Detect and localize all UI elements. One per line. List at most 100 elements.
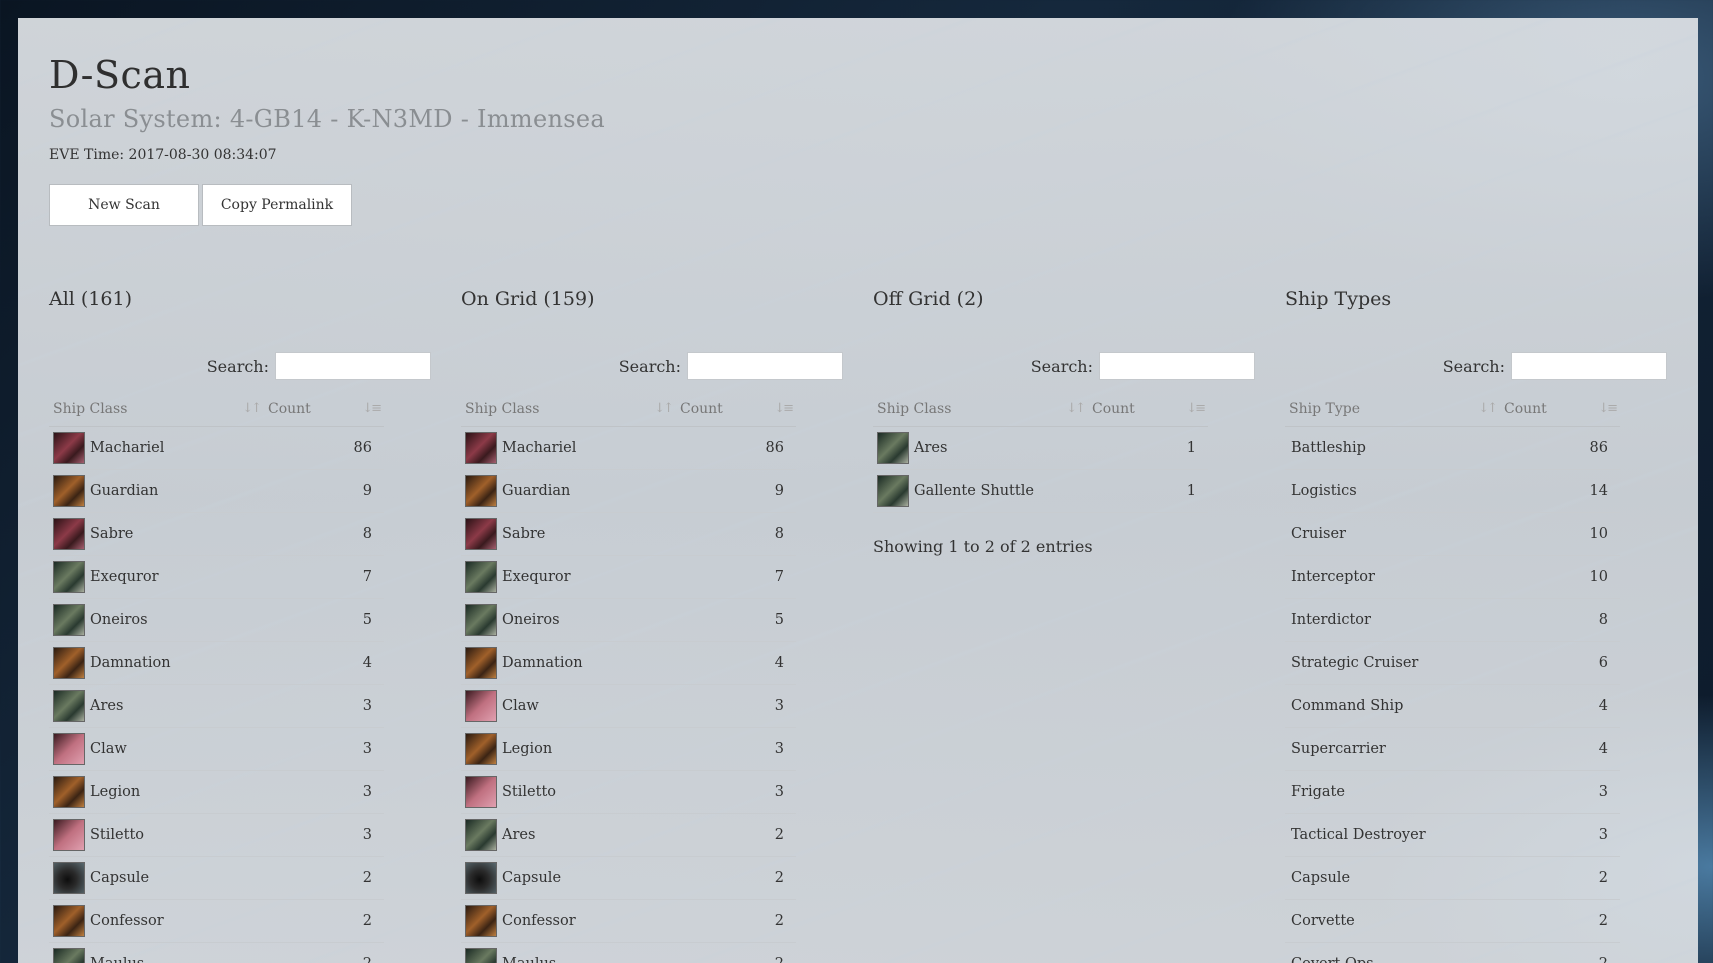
new-scan-button[interactable]: New Scan [49,184,199,226]
ship-count: 2 [1500,942,1620,963]
table-row[interactable]: Tactical Destroyer 3 [1285,813,1620,857]
table-row[interactable]: Ares 3 [49,684,384,728]
column-header-name[interactable]: Ship Class ↓↑ [461,392,676,427]
off-grid-search-input[interactable] [1099,352,1255,380]
ship-name-cell: Legion [461,727,676,771]
ship-count: 3 [676,770,796,814]
table-row[interactable]: Confessor 2 [461,899,796,943]
column-header-count[interactable]: Count ↓≡ [1088,392,1208,427]
table-row[interactable]: Exequror 7 [461,555,796,599]
table-row[interactable]: Legion 3 [461,727,796,771]
table-row[interactable]: Capsule 2 [49,856,384,900]
ship-types-search-input[interactable] [1511,352,1667,380]
column-header-count[interactable]: Count ↓≡ [264,392,384,427]
ship-count: 3 [1500,813,1620,857]
ship-count: 3 [264,684,384,728]
table-row[interactable]: Machariel 86 [461,426,796,470]
table-row[interactable]: Ares 2 [461,813,796,857]
ship-count: 86 [264,426,384,470]
solar-system-subtitle: Solar System: 4-GB14 - K-N3MD - Immensea [49,105,605,133]
table-row[interactable]: Claw 3 [49,727,384,771]
page-title: D-Scan [49,53,191,97]
on-grid-search-input[interactable] [687,352,843,380]
column-header-count[interactable]: Count ↓≡ [1500,392,1620,427]
column-header-count[interactable]: Count ↓≡ [676,392,796,427]
ship-name-cell: Frigate [1285,770,1500,814]
search-row: Search: [49,352,431,380]
ship-name: Confessor [502,912,576,929]
table-row[interactable]: Battleship 86 [1285,426,1620,470]
table-row[interactable]: Capsule 2 [1285,856,1620,900]
ship-count: 2 [676,942,796,963]
sort-icon: ↓↑ [242,401,262,416]
search-label: Search: [618,356,681,376]
table-row[interactable]: Legion 3 [49,770,384,814]
table-row[interactable]: Sabre 8 [461,512,796,556]
table-row[interactable]: Sabre 8 [49,512,384,556]
ship-icon [877,431,909,464]
ship-name: Machariel [90,439,165,456]
ship-count: 2 [1500,856,1620,900]
table-row[interactable]: Interceptor 10 [1285,555,1620,599]
table-row[interactable]: Guardian 9 [49,469,384,513]
ship-name-cell: Sabre [49,512,264,556]
table-row[interactable]: Command Ship 4 [1285,684,1620,728]
table-row[interactable]: Confessor 2 [49,899,384,943]
off-grid-table: Ship Class ↓↑ Count ↓≡ Ares 1 Gallente Shu… [873,392,1208,513]
ship-name-cell: Damnation [461,641,676,685]
action-buttons: New Scan Copy Permalink [49,184,352,226]
ship-name: Exequror [90,568,159,585]
ship-icon [465,732,497,765]
table-row[interactable]: Machariel 86 [49,426,384,470]
ship-count: 7 [264,555,384,599]
table-row[interactable]: Oneiros 5 [461,598,796,642]
table-row[interactable]: Capsule 2 [461,856,796,900]
column-header-name[interactable]: Ship Class ↓↑ [49,392,264,427]
table-row[interactable]: Supercarrier 4 [1285,727,1620,771]
ship-name-cell: Oneiros [49,598,264,642]
ship-icon [465,560,497,593]
table-row[interactable]: Maulus 2 [461,942,796,963]
table-row[interactable]: Strategic Cruiser 6 [1285,641,1620,685]
table-row[interactable]: Frigate 3 [1285,770,1620,814]
table-row[interactable]: Cruiser 10 [1285,512,1620,556]
ship-name: Interdictor [1291,611,1371,628]
all-heading: All (161) [49,288,133,310]
table-row[interactable]: Ares 1 [873,426,1208,470]
table-row[interactable]: Gallente Shuttle 1 [873,469,1208,513]
column-header-name[interactable]: Ship Type ↓↑ [1285,392,1500,427]
ship-name-cell: Claw [49,727,264,771]
off-grid-column: Off Grid (2) Search: Ship Class ↓↑ Count ↓… [873,288,1255,556]
table-row[interactable]: Damnation 4 [49,641,384,685]
ship-count: 5 [676,598,796,642]
table-row[interactable]: Corvette 2 [1285,899,1620,943]
ship-name: Battleship [1291,439,1366,456]
ship-name: Oneiros [502,611,560,628]
table-row[interactable]: Oneiros 5 [49,598,384,642]
ship-name-cell: Guardian [461,469,676,513]
all-column: All (161) Search: Ship Class ↓↑ Count ↓≡ M… [49,288,431,963]
table-row[interactable]: Stiletto 3 [49,813,384,857]
table-row[interactable]: Interdictor 8 [1285,598,1620,642]
ship-types-table: Ship Type ↓↑ Count ↓≡ Battleship 86 Logist… [1285,392,1620,963]
table-row[interactable]: Covert Ops 2 [1285,942,1620,963]
search-row: Search: [1285,352,1667,380]
table-row[interactable]: Exequror 7 [49,555,384,599]
table-row[interactable]: Maulus 2 [49,942,384,963]
column-header-name[interactable]: Ship Class ↓↑ [873,392,1088,427]
copy-permalink-button[interactable]: Copy Permalink [202,184,352,226]
all-search-input[interactable] [275,352,431,380]
table-row[interactable]: Stiletto 3 [461,770,796,814]
ship-name: Logistics [1291,482,1357,499]
ship-icon [53,689,85,722]
ship-count: 1 [1088,426,1208,470]
on-grid-heading: On Grid (159) [461,288,595,310]
table-row[interactable]: Damnation 4 [461,641,796,685]
table-row[interactable]: Claw 3 [461,684,796,728]
ship-icon [53,603,85,636]
table-row[interactable]: Guardian 9 [461,469,796,513]
table-row[interactable]: Logistics 14 [1285,469,1620,513]
ship-name-cell: Corvette [1285,899,1500,943]
ship-name: Claw [90,740,127,757]
sort-desc-icon: ↓≡ [1598,401,1618,416]
